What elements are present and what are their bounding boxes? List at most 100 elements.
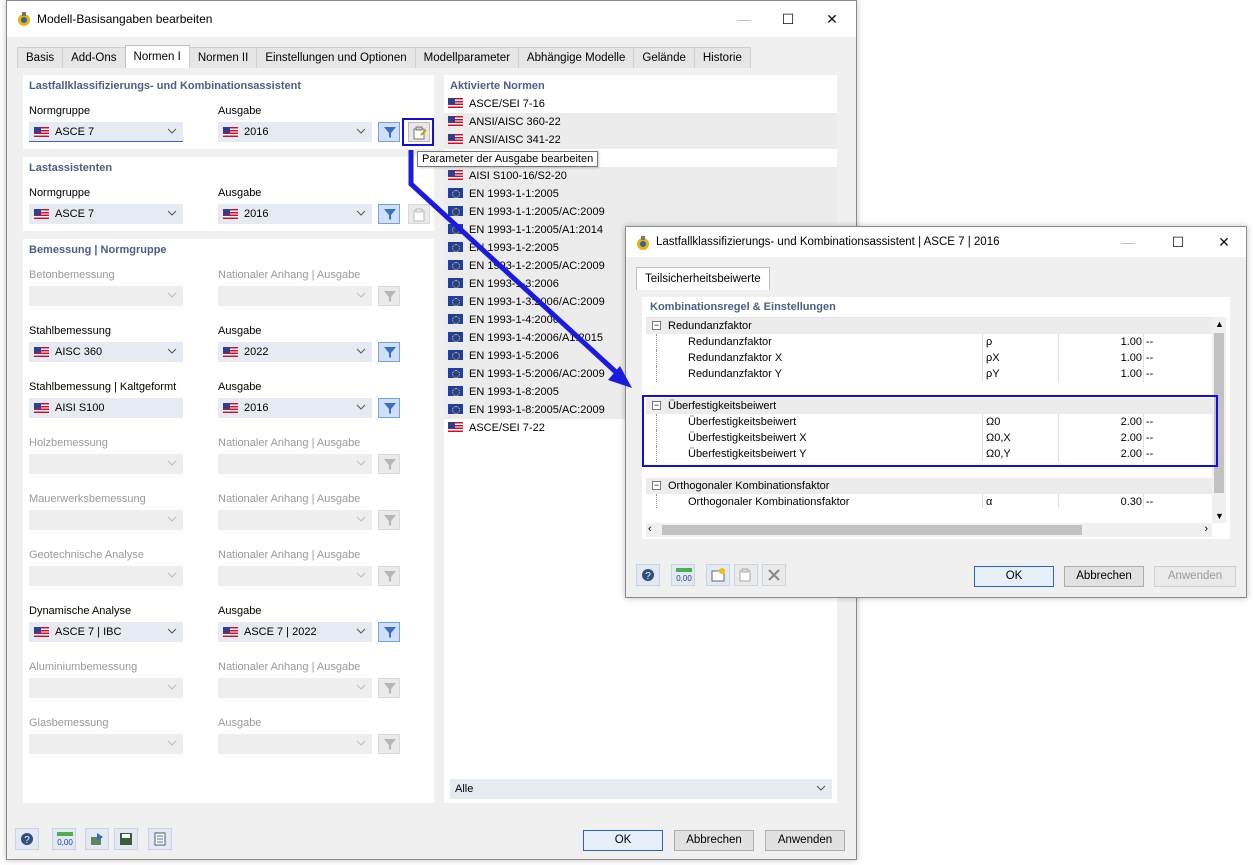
bemessung-ausgabe-select[interactable] xyxy=(218,678,372,698)
property-group-header[interactable]: − Orthogonaler Kombinationsfaktor xyxy=(646,478,1212,494)
norm-list-item[interactable]: AISI S100-16/S2-20 xyxy=(444,167,837,185)
bemessung-normgruppe-value: AISI S100 xyxy=(55,402,105,414)
collapse-icon[interactable]: − xyxy=(652,481,661,490)
property-row[interactable]: Orthogonaler Kombinationsfaktor α 0.30 -- xyxy=(646,494,1212,508)
minimize-button[interactable]: — xyxy=(1106,227,1150,257)
filter-button[interactable] xyxy=(378,398,400,418)
property-row[interactable]: Redundanzfaktor X ρX 1.00 -- xyxy=(646,350,1212,366)
grid-divider xyxy=(1143,494,1144,508)
bemessung-ausgabe-select[interactable] xyxy=(218,286,372,306)
filter-button[interactable] xyxy=(378,566,400,586)
save-icon[interactable] xyxy=(114,828,138,850)
tab-modellparameter[interactable]: Modellparameter xyxy=(414,47,519,68)
filter-button[interactable] xyxy=(378,286,400,306)
bemessung-normgruppe-select[interactable] xyxy=(29,734,183,754)
ok-button[interactable]: OK xyxy=(583,830,663,851)
copy-icon[interactable] xyxy=(734,564,758,586)
maximize-button[interactable]: ☐ xyxy=(1156,227,1200,257)
property-row[interactable]: Redundanzfaktor ρ 1.00 -- xyxy=(646,334,1212,350)
apply-button[interactable]: Anwenden xyxy=(765,830,845,851)
normgruppe-select[interactable]: ASCE 7 xyxy=(29,122,183,142)
edit-edition-parameters-button[interactable] xyxy=(408,204,430,224)
window-title: Modell-Basisangaben bearbeiten xyxy=(37,12,213,26)
tab-abhängige-modelle[interactable]: Abhängige Modelle xyxy=(517,47,635,68)
scroll-thumb[interactable] xyxy=(662,525,1082,535)
bemessung-normgruppe-select[interactable] xyxy=(29,510,183,530)
norm-list-item[interactable]: EN 1993-1-1:2005/AC:2009 xyxy=(444,203,837,221)
new-icon[interactable] xyxy=(706,564,730,586)
tab-normen-i[interactable]: Normen I xyxy=(124,45,190,68)
norm-list-item[interactable]: ANSI/AISC 341-22 xyxy=(444,131,837,149)
filter-button[interactable] xyxy=(378,510,400,530)
scroll-down-arrow[interactable]: ▼ xyxy=(1215,511,1224,521)
bemessung-normgruppe-select[interactable] xyxy=(29,678,183,698)
maximize-button[interactable]: ☐ xyxy=(766,1,810,37)
bemessung-normgruppe-select[interactable] xyxy=(29,566,183,586)
norm-list-item[interactable]: ANSI/AISC 360-22 xyxy=(444,113,837,131)
bemessung-ausgabe-select[interactable] xyxy=(218,734,372,754)
tab-gelände[interactable]: Gelände xyxy=(633,47,695,68)
property-value[interactable]: 1.00 xyxy=(1062,352,1142,364)
edit-parameters-icon xyxy=(413,208,425,222)
filter-button[interactable] xyxy=(378,734,400,754)
eu-flag-icon xyxy=(448,260,463,270)
list-icon[interactable] xyxy=(148,828,172,850)
bemessung-ausgabe-select[interactable]: 2022 xyxy=(218,342,372,362)
bemessung-ausgabe-select[interactable] xyxy=(218,454,372,474)
cancel-button[interactable]: Abbrechen xyxy=(1064,566,1144,587)
title-bar: Lastfallklassifizierungs- und Kombinatio… xyxy=(626,227,1246,257)
us-flag-icon xyxy=(34,209,49,219)
apply-button[interactable]: Anwenden xyxy=(1154,566,1236,587)
ausgabe-select[interactable]: 2016 xyxy=(218,122,372,142)
norm-list-item[interactable]: EN 1993-1-1:2005 xyxy=(444,185,837,203)
bemessung-ausgabe-select[interactable] xyxy=(218,566,372,586)
tab-normen-ii[interactable]: Normen II xyxy=(188,47,258,68)
filter-button[interactable] xyxy=(378,622,400,642)
bemessung-normgruppe-select[interactable]: AISC 360 xyxy=(29,342,183,362)
close-button[interactable]: ✕ xyxy=(810,1,854,37)
tab-add-ons[interactable]: Add-Ons xyxy=(62,47,126,68)
tab-einstellungen-und-optionen[interactable]: Einstellungen und Optionen xyxy=(256,47,416,68)
tab-basis[interactable]: Basis xyxy=(17,47,64,68)
bemessung-ausgabe-select[interactable]: 2016 xyxy=(218,398,372,418)
ausgabe-select[interactable]: 2016 xyxy=(218,204,372,224)
filter-button[interactable] xyxy=(378,678,400,698)
help-icon[interactable]: ? xyxy=(636,564,660,586)
delete-icon[interactable] xyxy=(762,564,786,586)
units-icon[interactable]: 0,00 xyxy=(671,564,695,586)
bemessung-normgruppe-select[interactable]: AISI S100 xyxy=(29,398,183,418)
property-value[interactable]: 1.00 xyxy=(1062,336,1142,348)
horizontal-scrollbar[interactable]: ‹ › xyxy=(646,523,1212,537)
help-icon[interactable]: ? xyxy=(15,828,39,850)
property-row[interactable]: Redundanzfaktor Y ρY 1.00 -- xyxy=(646,366,1212,382)
close-button[interactable]: ✕ xyxy=(1202,227,1246,257)
scroll-left-arrow[interactable]: ‹ xyxy=(648,523,652,535)
property-value[interactable]: 1.00 xyxy=(1062,368,1142,380)
property-symbol: α xyxy=(986,496,993,508)
units-icon[interactable]: 0,00 xyxy=(52,828,76,850)
normen-filter-select[interactable]: Alle xyxy=(450,779,832,799)
scroll-up-arrow[interactable]: ▲ xyxy=(1215,319,1224,329)
import-icon[interactable] xyxy=(85,828,109,850)
filter-button[interactable] xyxy=(378,122,400,142)
collapse-icon[interactable]: − xyxy=(652,321,661,330)
bemessung-normgruppe-select[interactable] xyxy=(29,454,183,474)
us-flag-icon xyxy=(448,170,463,180)
bemessung-ausgabe-select[interactable] xyxy=(218,510,372,530)
cancel-button[interactable]: Abbrechen xyxy=(674,830,754,851)
scroll-right-arrow[interactable]: › xyxy=(1204,523,1208,535)
filter-button[interactable] xyxy=(378,342,400,362)
filter-button[interactable] xyxy=(378,454,400,474)
bemessung-normgruppe-select[interactable] xyxy=(29,286,183,306)
minimize-button[interactable]: — xyxy=(722,1,766,37)
norm-list-item[interactable]: ASCE/SEI 7-16 xyxy=(444,95,837,113)
filter-button[interactable] xyxy=(378,204,400,224)
tab-teilsicherheitsbeiwerte[interactable]: Teilsicherheitsbeiwerte xyxy=(636,267,770,290)
normgruppe-select[interactable]: ASCE 7 xyxy=(29,204,183,224)
property-group-header[interactable]: − Redundanzfaktor xyxy=(646,318,1212,334)
bemessung-normgruppe-select[interactable]: ASCE 7 | IBC xyxy=(29,622,183,642)
ok-button[interactable]: OK xyxy=(974,566,1054,587)
bemessung-ausgabe-select[interactable]: ASCE 7 | 2022 xyxy=(218,622,372,642)
tab-historie[interactable]: Historie xyxy=(693,47,751,68)
property-value[interactable]: 0.30 xyxy=(1062,496,1142,508)
